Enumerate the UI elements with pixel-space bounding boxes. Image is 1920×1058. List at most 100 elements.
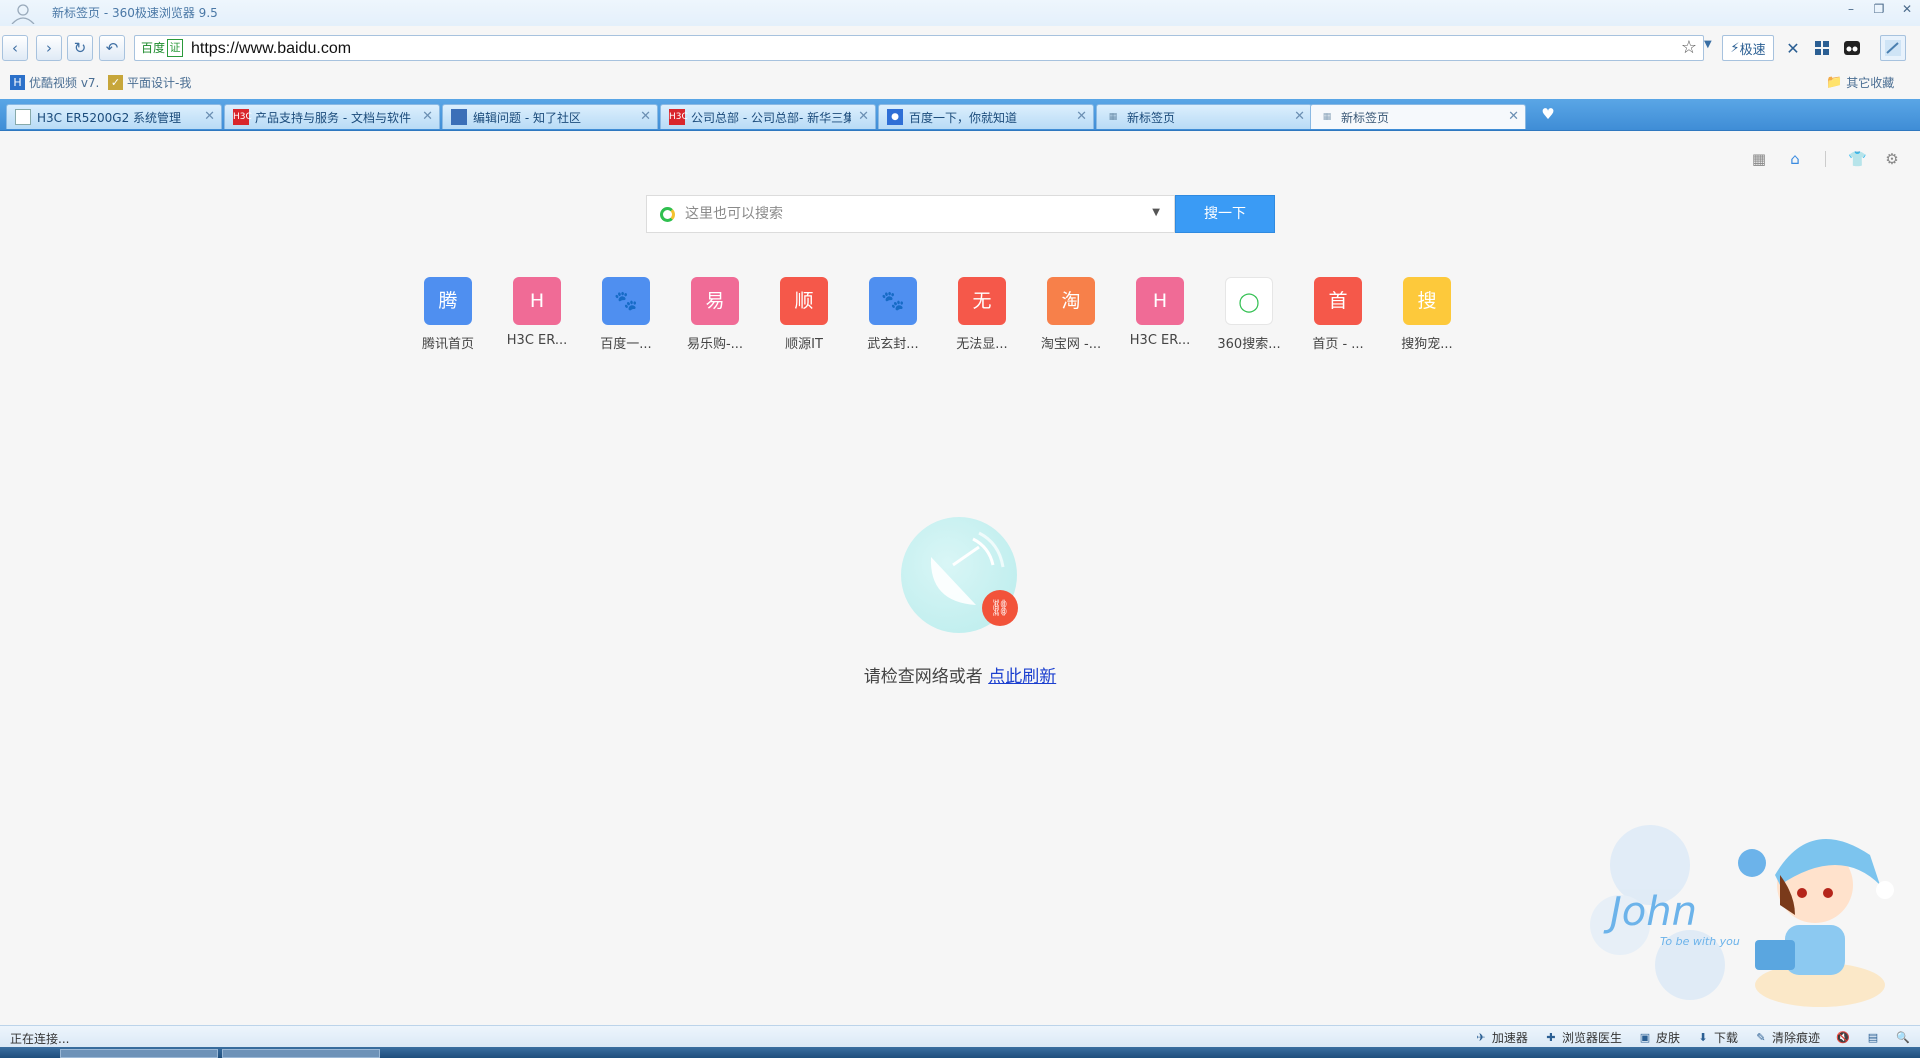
home-icon[interactable]: ⌂	[1787, 151, 1803, 167]
tile-label: 首页 - ...	[1312, 337, 1364, 352]
tab-label: 编辑问题 - 知了社区	[473, 110, 581, 125]
tile-icon: 搜	[1403, 277, 1451, 325]
speed-dial-tile[interactable]: 搜搜狗宠...	[1389, 277, 1465, 352]
status-tools: ✈ 加速器 ✚ 浏览器医生 ▣ 皮肤 ⬇ 下载 ✎ 清除痕迹 🔇 ▤ 🔍	[1474, 1029, 1910, 1046]
tab-label: 新标签页	[1127, 110, 1176, 125]
forward-button[interactable]: ›	[36, 35, 62, 61]
status-tool-icon: ✎	[1756, 1030, 1766, 1044]
speed-dial-tile[interactable]: H H3C ER...	[1122, 277, 1198, 348]
refresh-link[interactable]: 点此刷新	[988, 667, 1056, 687]
status-tool-item[interactable]: ✈ 加速器	[1474, 1029, 1528, 1046]
taskbar-button[interactable]	[222, 1049, 380, 1058]
tab-close-icon[interactable]: ✕	[858, 109, 869, 124]
shirt-theme-icon[interactable]: 👕	[1848, 151, 1867, 167]
restore-icon[interactable]: ❐	[1872, 2, 1886, 16]
speed-dial-tile[interactable]: 🐾 武玄封...	[855, 277, 931, 352]
address-bar[interactable]: 百度 证 https://www.baidu.com ☆	[134, 35, 1704, 61]
tab[interactable]: H3C 公司总部 - 公司总部- 新华三集 ✕	[660, 104, 876, 129]
site-label: 百度	[141, 41, 166, 55]
extensions-button[interactable]	[1810, 35, 1834, 61]
speed-dial-tile[interactable]: 易易乐购-...	[677, 277, 753, 352]
user-avatar-icon[interactable]	[8, 2, 38, 24]
window-controls: – ❐ ✕	[1844, 2, 1914, 16]
divider	[1825, 151, 1826, 167]
tab-strip: H3C ER5200G2 系统管理 ✕ H3C 产品支持与服务 - 文档与软件 …	[0, 99, 1920, 131]
tab-close-icon[interactable]: ✕	[1294, 109, 1305, 124]
speed-dial-tile[interactable]: ◯ 360搜索...	[1211, 277, 1287, 352]
other-bookmarks-label: 其它收藏	[1846, 76, 1895, 90]
search-input[interactable]	[685, 204, 1125, 224]
folder-icon: 📁	[1826, 75, 1843, 90]
speed-dial-tile[interactable]: 🐾 百度一...	[588, 277, 664, 352]
tile-icon: H	[1136, 277, 1184, 325]
tab[interactable]: ▦ 新标签页 ✕	[1096, 104, 1312, 129]
tab-active[interactable]: ▦ 新标签页 ✕	[1310, 104, 1526, 129]
tab-close-icon[interactable]: ✕	[422, 109, 433, 124]
forward-icon: ›	[46, 39, 52, 57]
bookmark-item[interactable]: H 优酷视频 v7.	[10, 74, 99, 91]
window-title: 新标签页 - 360极速浏览器 9.5	[52, 6, 218, 20]
tab-close-icon[interactable]: ✕	[1508, 109, 1519, 124]
page-tools: ▦ ⌂ 👕 ⚙	[1751, 151, 1900, 167]
certificate-badge[interactable]: 证	[167, 39, 183, 57]
bookmark-item[interactable]: ✓ 平面设计-我	[108, 74, 191, 91]
speed-dial-tile[interactable]: 首首页 - ...	[1300, 277, 1376, 352]
tab[interactable]: ● 百度一下，你就知道 ✕	[878, 104, 1094, 129]
status-tool-item[interactable]: ▤	[1866, 1029, 1880, 1046]
close-icon: ✕	[1786, 38, 1800, 58]
back-button[interactable]: ‹	[2, 35, 28, 61]
reload-button[interactable]: ↻	[67, 35, 93, 61]
h3c-logo-icon: H3C	[233, 109, 252, 125]
tab-label: 新标签页	[1341, 110, 1390, 125]
status-tool-item[interactable]: 🔍	[1896, 1029, 1910, 1046]
url-text[interactable]: https://www.baidu.com	[191, 39, 351, 59]
speed-dial-tile[interactable]: 淘淘宝网 -...	[1033, 277, 1109, 352]
speed-dial-tile[interactable]: 顺顺源IT	[766, 277, 842, 352]
search-engine-dropdown-icon[interactable]: ▼	[1152, 207, 1160, 218]
broken-link-icon: ⛓	[982, 590, 1018, 626]
tab[interactable]: H3C ER5200G2 系统管理 ✕	[6, 104, 222, 129]
tab-close-icon[interactable]: ✕	[204, 109, 215, 124]
other-bookmarks-button[interactable]: 📁 其它收藏	[1826, 74, 1894, 91]
undo-close-button[interactable]: ↶	[99, 35, 125, 61]
speed-dial-tile[interactable]: H H3C ER...	[499, 277, 575, 348]
address-dropdown-icon[interactable]: ▼	[1704, 39, 1712, 50]
tab[interactable]: H3C 产品支持与服务 - 文档与软件 ✕	[224, 104, 440, 129]
tab-close-icon[interactable]: ✕	[1076, 109, 1087, 124]
settings-gear-icon[interactable]: ⚙	[1884, 151, 1900, 167]
status-bar: 正在连接... ✈ 加速器 ✚ 浏览器医生 ▣ 皮肤 ⬇ 下载 ✎ 清除痕迹 🔇 ▤ 🔍	[0, 1025, 1920, 1047]
tile-icon: 🐾	[869, 277, 917, 325]
status-tool-item[interactable]: ⬇ 下载	[1696, 1029, 1738, 1046]
speed-mode-button[interactable]: ⚡ 极速	[1722, 35, 1774, 61]
tab-label: 百度一下，你就知道	[909, 110, 1018, 125]
skin-button[interactable]	[1880, 35, 1906, 61]
zhiliao-icon	[451, 109, 467, 125]
tab-label: H3C ER5200G2 系统管理	[37, 110, 182, 125]
taskbar-button[interactable]	[60, 1049, 218, 1058]
minimize-icon[interactable]: –	[1844, 2, 1858, 16]
reload-icon: ↻	[73, 39, 87, 57]
close-window-icon[interactable]: ✕	[1900, 2, 1914, 16]
status-tool-label: 加速器	[1491, 1031, 1528, 1045]
close-x-button[interactable]: ✕	[1782, 35, 1804, 61]
speed-mode-label: 极速	[1739, 42, 1766, 58]
new-tab-heart-icon[interactable]: ♥	[1538, 105, 1558, 123]
title-bar: 新标签页 - 360极速浏览器 9.5 – ❐ ✕	[0, 0, 1920, 26]
bookmark-star-icon[interactable]: ☆	[1681, 39, 1697, 57]
skin-tagline-text: To be with you	[1660, 935, 1740, 948]
grid-view-icon[interactable]: ▦	[1751, 151, 1767, 167]
status-tool-item[interactable]: ✚ 浏览器医生	[1544, 1029, 1622, 1046]
bookmark-label: 优酷视频 v7.	[29, 76, 100, 90]
status-tool-item[interactable]: 🔇	[1836, 1029, 1850, 1046]
status-tool-item[interactable]: ▣ 皮肤	[1638, 1029, 1680, 1046]
status-tool-item[interactable]: ✎ 清除痕迹	[1754, 1029, 1820, 1046]
speed-dial-tile[interactable]: 无无法显...	[944, 277, 1020, 352]
tab[interactable]: 编辑问题 - 知了社区 ✕	[442, 104, 658, 129]
tile-label: 武玄封...	[867, 337, 919, 352]
tile-label: 百度一...	[600, 337, 652, 352]
search-button[interactable]: 搜一下	[1175, 195, 1275, 233]
speed-dial-tile[interactable]: 腾腾讯首页	[410, 277, 486, 352]
tab-close-icon[interactable]: ✕	[640, 109, 651, 124]
incognito-button[interactable]	[1840, 35, 1864, 61]
tile-label: H3C ER...	[506, 333, 568, 348]
